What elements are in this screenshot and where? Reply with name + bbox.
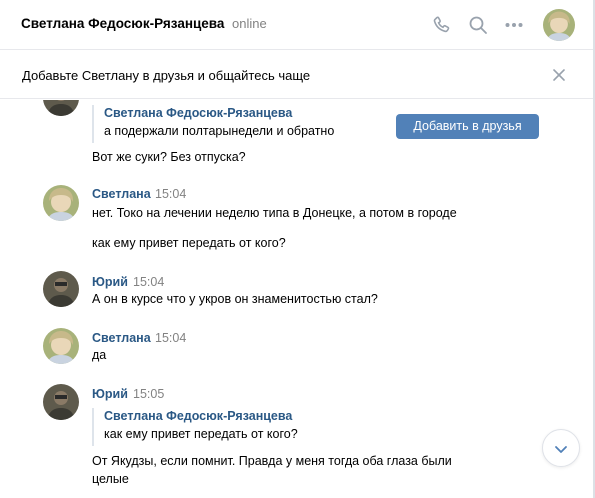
message-text: как ему привет передать от кого? [92, 236, 286, 250]
message-time[interactable]: 15:04 [155, 187, 186, 201]
message-text: нет. Токо на лечении неделю типа в Донец… [92, 206, 457, 220]
message-history[interactable]: Светлана Федосюк-Рязанцева а подержали п… [0, 100, 595, 490]
add-friend-banner: Добавьте Светлану в друзья и общайтесь ч… [0, 51, 595, 139]
message-text: Вот же суки? Без отпуска? [92, 150, 246, 164]
close-icon[interactable] [551, 67, 567, 83]
message-time[interactable]: 15:04 [133, 275, 164, 289]
search-icon[interactable] [466, 13, 490, 37]
message-author[interactable]: Светлана [92, 187, 151, 201]
avatar[interactable] [43, 271, 79, 307]
message-text: целые [92, 472, 129, 486]
chevron-down-icon [552, 440, 570, 463]
more-icon[interactable] [502, 13, 526, 37]
message-time[interactable]: 15:05 [133, 387, 164, 401]
message-time[interactable]: 15:04 [155, 331, 186, 345]
quote-author[interactable]: Светлана Федосюк-Рязанцева [104, 105, 334, 122]
message-author[interactable]: Юрий [92, 275, 128, 289]
message-text: А он в курсе что у укров он знаменитость… [92, 292, 378, 306]
chat-title[interactable]: Светлана Федосюк-Рязанцева [21, 16, 224, 31]
message-author[interactable]: Юрий [92, 387, 128, 401]
phone-icon[interactable] [430, 13, 454, 37]
quoted-message[interactable]: Светлана Федосюк-Рязанцева а подержали п… [92, 105, 334, 143]
chat-header: Светлана Федосюк-Рязанцева online [0, 0, 595, 50]
quote-author[interactable]: Светлана Федосюк-Рязанцева [104, 408, 298, 425]
message-text: да [92, 348, 107, 362]
contact-avatar[interactable] [543, 9, 575, 41]
banner-text: Добавьте Светлану в друзья и общайтесь ч… [22, 68, 311, 83]
avatar[interactable] [43, 100, 79, 116]
scroll-down-button[interactable] [542, 429, 580, 467]
quote-text: а подержали полтарынедели и обратно [104, 124, 335, 138]
avatar[interactable] [43, 328, 79, 364]
online-status: online [232, 16, 267, 31]
quoted-message[interactable]: Светлана Федосюк-Рязанцева как ему приве… [92, 408, 298, 446]
avatar[interactable] [43, 384, 79, 420]
message-author[interactable]: Светлана [92, 331, 151, 345]
avatar[interactable] [43, 185, 79, 221]
message-text: От Якудзы, если помнит. Правда у меня то… [92, 454, 452, 468]
quote-text: как ему привет передать от кого? [104, 427, 298, 441]
